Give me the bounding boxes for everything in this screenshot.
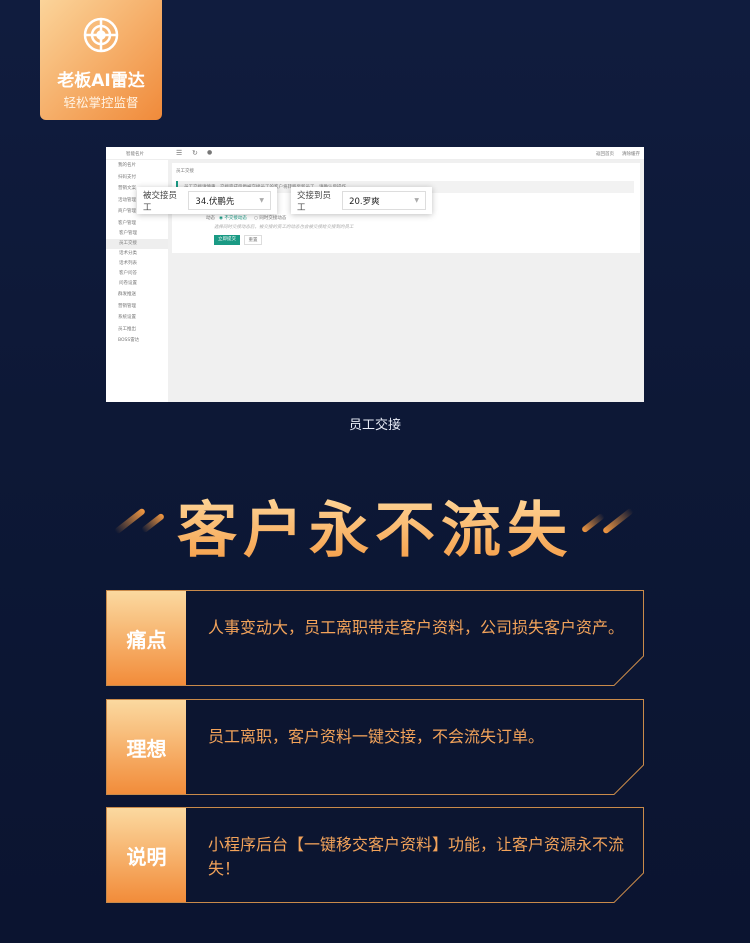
sidebar-item[interactable]: 系统设置 <box>106 312 168 324</box>
info-card: 理想 员工离职，客户资料一键交接，不会流失订单。 <box>106 699 644 795</box>
from-label: 被交接员工 <box>143 190 178 213</box>
sidebar-subitem[interactable]: 话术列表 <box>106 259 168 269</box>
card-text: 人事变动大，员工离职带走客户资料，公司损失客户资产。 <box>208 618 625 637</box>
info-card: 说明 小程序后台【一键移交客户资料】功能，让客户资源永不流失！ <box>106 807 644 903</box>
top-bar: 智能名片 ☰ ↻ ● 返回首页 清除缓存 <box>106 147 644 160</box>
from-employee-field: 被交接员工 34.伏鹏先 ▼ <box>137 187 277 214</box>
from-value: 34.伏鹏先 <box>195 196 235 207</box>
radar-target-icon <box>83 17 119 53</box>
sidebar-item[interactable]: 员工推出 <box>106 324 168 336</box>
radio-transfer[interactable]: ○ 同时交接动态 <box>254 215 286 221</box>
card-label: 痛点 <box>107 591 186 685</box>
sidebar-subitem[interactable]: 客户管理 <box>106 229 168 239</box>
sidebar-item[interactable]: 我的名片 <box>106 160 168 172</box>
to-value: 20.罗爽 <box>349 196 380 207</box>
screenshot-caption: 员工交接 <box>348 418 401 433</box>
brand-name: 智能名片 <box>126 152 144 157</box>
sidebar-item[interactable]: 群发推送 <box>106 289 168 301</box>
radio-label: 不交接动态 <box>224 216 247 221</box>
headline: 客户永不流失 <box>0 482 750 569</box>
sidebar-item[interactable]: BOSS雷达 <box>106 335 168 347</box>
menu-icon[interactable]: ☰ <box>176 149 182 157</box>
chat-icon[interactable]: ● <box>207 149 212 156</box>
top-link-home[interactable]: 返回首页 <box>596 151 614 157</box>
app-screenshot: 智能名片 ☰ ↻ ● 返回首页 清除缓存 我的名片 扫码支付 营销文案 活动管理… <box>106 147 644 402</box>
from-employee-select[interactable]: 34.伏鹏先 ▼ <box>188 191 271 210</box>
chevron-down-icon: ▼ <box>414 197 419 204</box>
to-label: 交接到员工 <box>297 190 332 213</box>
sidebar-item[interactable]: 营销管理 <box>106 301 168 313</box>
to-employee-field: 交接到员工 20.罗爽 ▼ <box>291 187 432 214</box>
refresh-icon[interactable]: ↻ <box>192 149 198 157</box>
sidebar-subitem-active[interactable]: 员工交接 <box>106 239 168 249</box>
card-text: 小程序后台【一键移交客户资料】功能，让客户资源永不流失！ <box>208 835 625 878</box>
badge-subtitle: 轻松掌控监督 <box>63 95 139 110</box>
dynamic-label: 动态 <box>206 216 215 221</box>
sidebar-subitem[interactable]: 话术分类 <box>106 249 168 259</box>
reset-button[interactable]: 重置 <box>244 235 262 245</box>
sidebar-item[interactable]: 客户管理 <box>106 218 168 230</box>
radio-label: 同时交接动态 <box>259 216 287 221</box>
radio-no-transfer[interactable]: ◉ 不交接动态 <box>219 215 247 221</box>
info-card: 痛点 人事变动大，员工离职带走客户资料，公司损失客户资产。 <box>106 590 644 686</box>
card-text: 员工离职，客户资料一键交接，不会流失订单。 <box>208 727 545 746</box>
submit-button[interactable]: 立即提交 <box>214 235 240 245</box>
sidebar-item[interactable]: 扫码支付 <box>106 172 168 184</box>
panel-title: 员工交接 <box>176 169 194 174</box>
sidebar-subitem[interactable]: 问卷设置 <box>106 279 168 289</box>
card-label: 说明 <box>107 808 186 902</box>
sidebar-subitem[interactable]: 客户问答 <box>106 269 168 279</box>
chevron-down-icon: ▼ <box>259 197 264 204</box>
top-link-clear-cache[interactable]: 清除缓存 <box>622 151 640 157</box>
hint-text: 选择同时交接动态后，被交接的员工的动态也会被交接给交接到的员工 <box>214 225 354 230</box>
card-frame <box>106 699 644 795</box>
card-label: 理想 <box>107 700 186 794</box>
brand-badge: 老板AI雷达 轻松掌控监督 <box>40 0 162 120</box>
to-employee-select[interactable]: 20.罗爽 ▼ <box>342 191 426 210</box>
badge-title: 老板AI雷达 <box>57 71 145 91</box>
card-frame <box>106 590 644 686</box>
